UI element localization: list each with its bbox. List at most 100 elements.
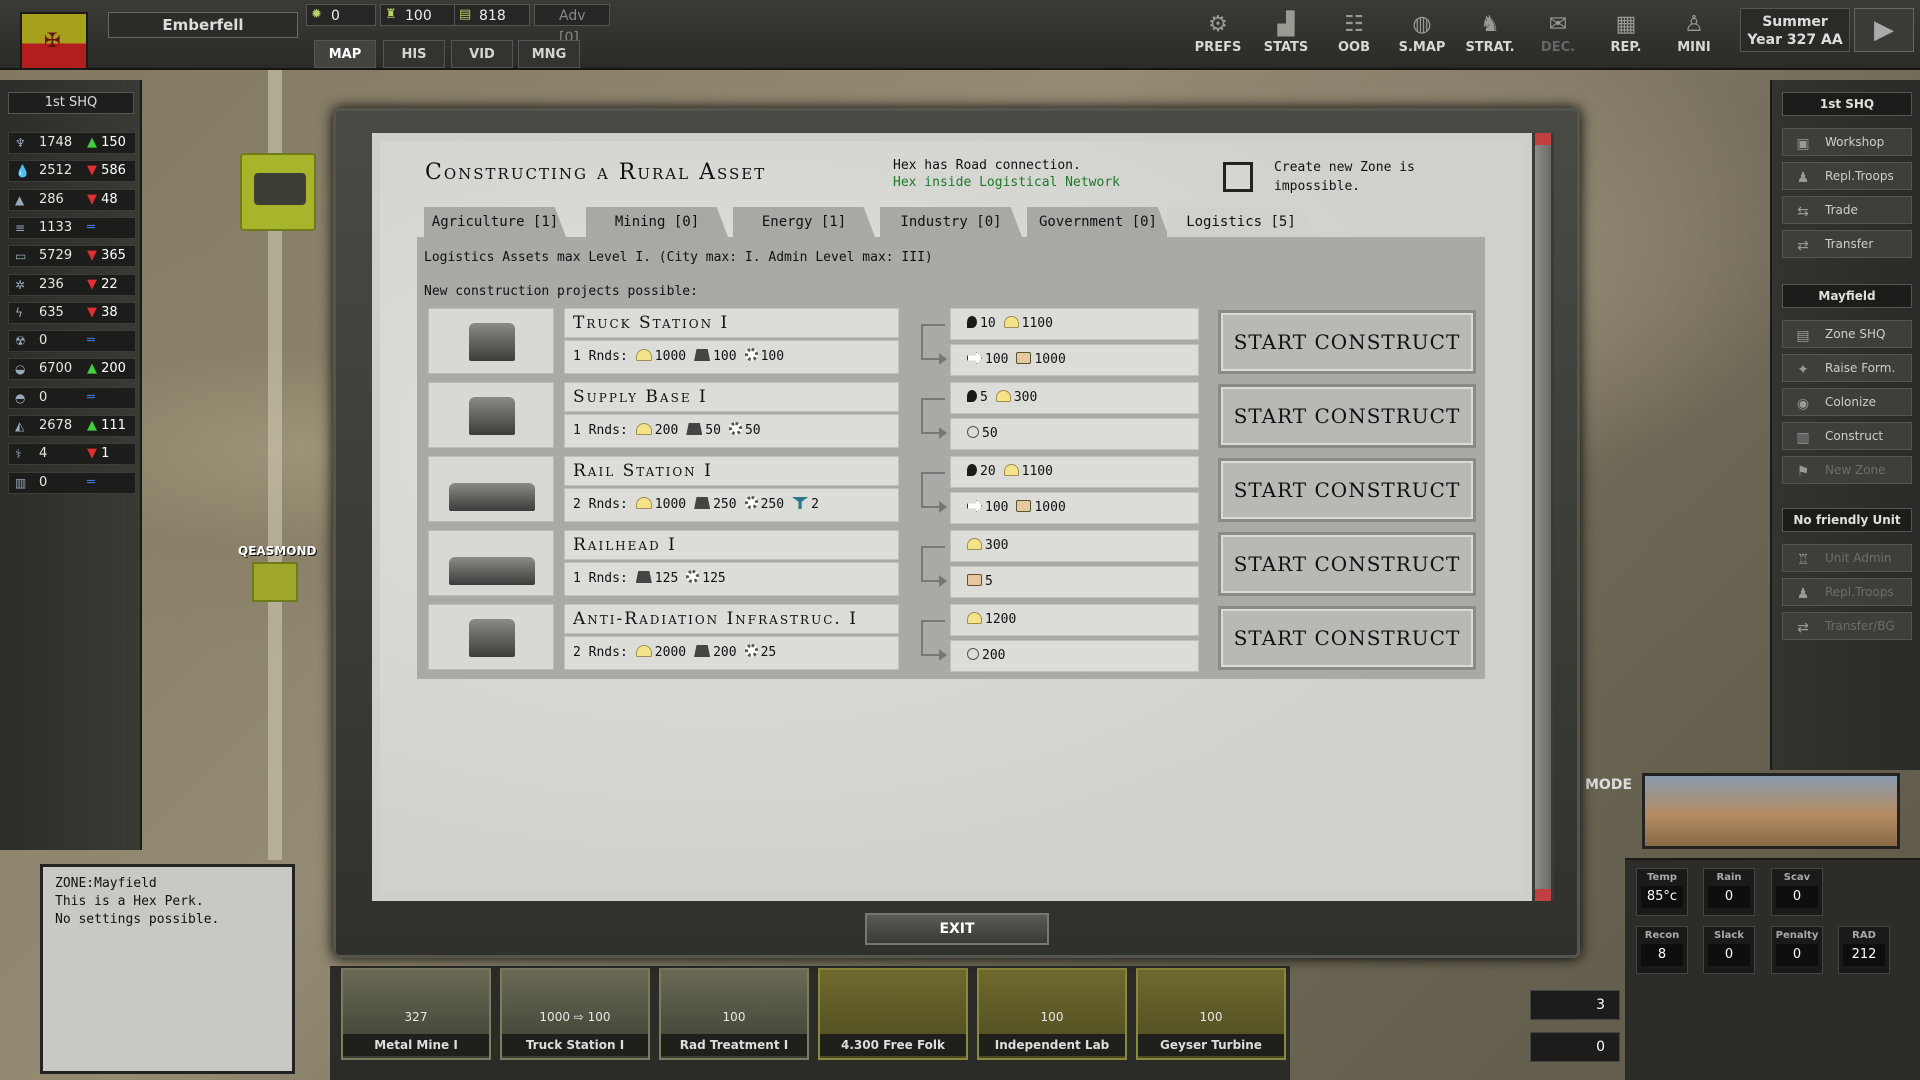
weather-label: Rain [1716, 872, 1742, 883]
asset-card[interactable]: 327 Metal Mine I [341, 968, 491, 1060]
truck-unit-counter[interactable] [240, 153, 316, 231]
colonize-button[interactable]: ◉ Colonize [1782, 388, 1912, 416]
strat-button[interactable]: ♞ STRAT. [1458, 10, 1522, 66]
hierarchy-icon: ☷ [1344, 12, 1364, 37]
stats-button[interactable]: ▟ STATS [1254, 10, 1318, 66]
ingot-icon [967, 612, 982, 624]
resource-stat[interactable]: ≡ 1133 ═ [8, 216, 136, 239]
smap-button[interactable]: ◍ S.MAP [1390, 10, 1454, 66]
upkeep-value: 300 [985, 538, 1009, 553]
food-icon: ♆ [15, 136, 26, 150]
repl-troops-button[interactable]: ♟ Repl.Troops [1782, 162, 1912, 190]
oob-button[interactable]: ☷ OOB [1322, 10, 1386, 66]
resource-stat[interactable]: ◒ 6700 ▲ 200 [8, 358, 136, 381]
mini-button[interactable]: ♙ MINI [1662, 10, 1726, 66]
start-construct-button[interactable]: START CONSTRUCT [1218, 606, 1476, 670]
tab-mng[interactable]: MNG [518, 40, 580, 68]
asset-card[interactable]: 100 Independent Lab [977, 968, 1127, 1060]
down-arrow-icon: ▼ [87, 191, 102, 207]
rep-button[interactable]: ▦ REP. [1594, 10, 1658, 66]
start-construct-button[interactable]: START CONSTRUCT [1218, 310, 1476, 374]
mode-label: MODE [1585, 777, 1633, 793]
resource-stat[interactable]: ✲ 236 ▼ 22 [8, 273, 136, 296]
workshop-button[interactable]: ▣ Workshop [1782, 128, 1912, 156]
asset-card[interactable]: 4.300 Free Folk [818, 968, 968, 1060]
construct-button[interactable]: ▥ Construct [1782, 422, 1912, 450]
build-cost-value: 125 [654, 571, 679, 586]
transfer-bg-button[interactable]: ⇄ Transfer/BG [1782, 612, 1912, 640]
stat-value: 0 [39, 389, 48, 405]
weather-value: 212 [1843, 944, 1885, 966]
tab-mining[interactable]: Mining [0] [586, 207, 728, 237]
new-zone-button[interactable]: ⚑ New Zone [1782, 456, 1912, 484]
build-cost-value: 1000 [654, 349, 687, 364]
trade-button[interactable]: ⇆ Trade [1782, 196, 1912, 224]
resource-stat[interactable]: ▲ 286 ▼ 48 [8, 188, 136, 211]
project-output: 100 1000 [950, 344, 1199, 376]
unit-repl-troops-button[interactable]: ♟ Repl.Troops [1782, 578, 1912, 606]
scroll-down[interactable] [1535, 889, 1551, 901]
resource-stat[interactable]: ◭ 2678 ▲ 111 [8, 415, 136, 437]
tab-energy[interactable]: Energy [1] [733, 207, 875, 237]
tab-industry[interactable]: Industry [0] [880, 207, 1022, 237]
season-label: Summer [1762, 14, 1828, 30]
resource-stat[interactable]: 💧 2512 ▼ 586 [8, 160, 136, 183]
tab-vid[interactable]: VID [451, 40, 513, 68]
stat-value: 5729 [39, 248, 73, 264]
asset-card[interactable]: 1000 ⇨ 100 Truck Station I [500, 968, 650, 1060]
resource-stat[interactable]: ♆ 1748 ▲ 150 [8, 132, 136, 154]
stat-delta-value: 200 [101, 361, 126, 377]
up-arrow-icon: ▲ [87, 135, 102, 150]
prefs-button[interactable]: ⚙ PREFS [1186, 10, 1250, 66]
raise-form-button[interactable]: ✦ Raise Form. [1782, 354, 1912, 382]
transfer-button[interactable]: ⇄ Transfer [1782, 230, 1912, 258]
resource-stat[interactable]: ▭ 5729 ▼ 365 [8, 245, 136, 268]
trade-icon: ⇆ [1797, 204, 1809, 220]
upkeep-value: 1100 [1021, 316, 1053, 331]
radiation-icon: ☢ [15, 334, 26, 349]
asset-card-value: 100 [1040, 1010, 1064, 1024]
resource-stat[interactable]: ▥ 0 ═ [8, 471, 136, 494]
output-value: 1000 [1034, 352, 1066, 367]
zone-shq-button[interactable]: ▤ Zone SHQ [1782, 320, 1912, 348]
unit-admin-button[interactable]: ♖ Unit Admin [1782, 544, 1912, 572]
upkeep-value: 1100 [1021, 464, 1053, 479]
resource-stat[interactable]: ⚕ 4 ▼ 1 [8, 443, 136, 466]
scroll-up[interactable] [1535, 133, 1551, 145]
weather-label: Slack [1714, 930, 1744, 941]
build-cost-value: 2000 [654, 645, 687, 660]
stat-delta: ═ [87, 388, 95, 408]
create-zone-checkbox[interactable] [1223, 162, 1253, 192]
start-construct-button[interactable]: START CONSTRUCT [1218, 384, 1476, 448]
tab-his[interactable]: HIS [383, 40, 445, 68]
resource-stat[interactable]: ◓ 0 ═ [8, 386, 136, 409]
asset-card[interactable]: 100 Geyser Turbine [1136, 968, 1286, 1060]
tab-agriculture[interactable]: Agriculture [1] [424, 207, 566, 237]
tab-government[interactable]: Government [0] [1027, 207, 1169, 237]
faction-flag-icon[interactable] [20, 12, 88, 70]
resource-stat[interactable]: ☢ 0 ═ [8, 330, 136, 353]
upkeep-value: 10 [980, 316, 996, 331]
project-output: 5 [950, 566, 1199, 598]
ingot-icon [635, 349, 652, 361]
minimap[interactable] [1642, 773, 1900, 849]
projects-possible-text: New construction projects possible: [424, 284, 698, 299]
weather-value: 85°c [1641, 886, 1683, 908]
exit-button[interactable]: EXIT [865, 913, 1049, 945]
asset-card[interactable]: 100 Rad Treatment I [659, 968, 809, 1060]
stat-delta: ▼ 365 [87, 246, 126, 266]
tab-map[interactable]: MAP [314, 40, 376, 68]
weather-slack: Slack 0 [1703, 926, 1755, 974]
dialog-scrollbar[interactable] [1532, 133, 1554, 901]
metal-icon [686, 423, 703, 435]
sun-icon: ✹ [311, 7, 322, 22]
tab-logistics[interactable]: Logistics [5] [1167, 207, 1315, 238]
start-construct-button[interactable]: START CONSTRUCT [1218, 458, 1476, 522]
start-construct-button[interactable]: START CONSTRUCT [1218, 532, 1476, 596]
town-unit-counter[interactable] [252, 562, 298, 602]
resource-stat[interactable]: ϟ 635 ▼ 38 [8, 301, 136, 324]
end-turn-button[interactable]: ▶ [1854, 8, 1914, 52]
scroll-thumb[interactable] [1535, 143, 1551, 891]
dec-button[interactable]: ✉ DEC. [1526, 10, 1590, 66]
stat-value: 0 [39, 333, 48, 349]
